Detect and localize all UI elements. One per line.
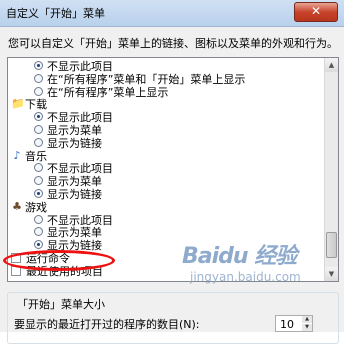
scroll-thumb[interactable]: [326, 232, 337, 258]
watermark-url: jingyan.baidu.com: [190, 270, 301, 284]
radio-label: 在“所有程序”菜单和「开始」菜单上显示: [47, 72, 246, 86]
radio-label: 不显示此项目: [47, 111, 113, 125]
download-folder-icon: 📁: [11, 97, 25, 111]
title-bar[interactable]: 自定义「开始」菜单 ✕: [0, 0, 344, 27]
list-scrollbar[interactable]: ▲ ▼: [324, 58, 338, 281]
dialog-description: 您可以自定义「开始」菜单上的链接、图标以及菜单的外观和行为。: [8, 37, 338, 50]
radio-label: 在“所有程序”菜单上显示: [47, 85, 169, 99]
scroll-up-arrow-icon[interactable]: ▲: [325, 58, 338, 72]
radio-button[interactable]: [34, 73, 43, 83]
radio-label: 不显示此项目: [47, 213, 113, 227]
radio-label: 显示为链接: [47, 239, 102, 253]
radio-label: 显示为菜单: [47, 226, 102, 240]
window-title: 自定义「开始」菜单: [6, 7, 105, 20]
radio-label: 显示为菜单: [47, 124, 102, 137]
category-label: 下载: [25, 98, 47, 112]
start-menu-size-title: 「开始」菜单大小: [15, 296, 107, 312]
scroll-down-arrow-icon[interactable]: ▼: [325, 267, 338, 281]
radio-button[interactable]: [34, 214, 43, 224]
radio-label: 不显示此项目: [47, 162, 113, 176]
radio-button[interactable]: [34, 137, 43, 147]
checkbox-label: 运行命令: [26, 252, 70, 265]
radio-label: 不显示此项目: [47, 60, 113, 73]
radio-button[interactable]: [34, 86, 43, 96]
close-button[interactable]: ✕: [294, 2, 338, 22]
music-icon: ♪: [13, 148, 21, 162]
category-label: 游戏: [25, 200, 47, 214]
stepper-up-icon[interactable]: ▲: [302, 316, 312, 323]
radio-button-checked[interactable]: [34, 240, 43, 250]
radio-button-checked[interactable]: [34, 189, 43, 198]
radio-button[interactable]: [34, 227, 43, 237]
recent-programs-stepper[interactable]: 10 ▲ ▼: [275, 315, 313, 332]
checkbox-label: 最近使用的项目: [26, 264, 103, 278]
radio-button[interactable]: [34, 125, 43, 134]
category-label: 音乐: [25, 149, 47, 163]
radio-label: 显示为链接: [47, 136, 102, 150]
radio-label: 显示为菜单: [47, 175, 102, 189]
watermark-brand: Baidu 经验: [182, 244, 297, 269]
checkbox[interactable]: [11, 253, 21, 263]
customize-start-menu-dialog: 自定义「开始」菜单 ✕ 您可以自定义「开始」菜单上的链接、图标以及菜单的外观和行…: [0, 0, 344, 344]
radio-button[interactable]: [34, 163, 43, 173]
radio-label: 显示为链接: [47, 188, 102, 201]
checkbox[interactable]: [11, 265, 21, 276]
recent-programs-value[interactable]: 10: [280, 318, 294, 331]
radio-button-checked[interactable]: [34, 61, 43, 70]
radio-button-checked[interactable]: [34, 112, 43, 122]
recent-programs-label: 要显示的最近打开过的程序的数目(N):: [14, 318, 200, 331]
baidu-watermark: Baidu 经验 jingyan.baidu.com: [182, 238, 301, 284]
stepper-down-icon[interactable]: ▼: [302, 324, 312, 331]
radio-button[interactable]: [34, 176, 43, 186]
games-icon: ♣: [12, 199, 22, 213]
